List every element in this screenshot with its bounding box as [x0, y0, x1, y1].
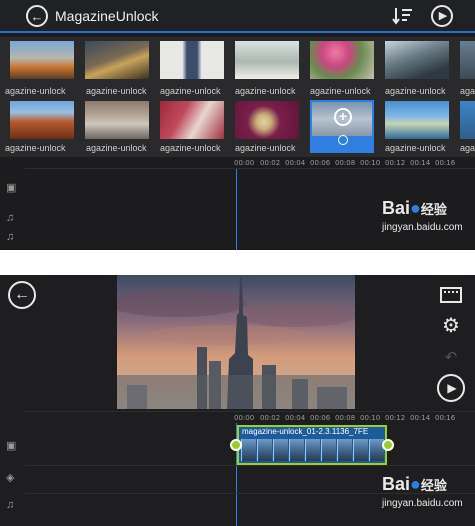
clip-frame [257, 439, 272, 461]
ruler-tick: 00:14 [410, 414, 431, 422]
gear-icon: ⚙ [442, 314, 460, 337]
ruler-tick: 00:06 [310, 159, 331, 167]
baidu-watermark: Bai●经验 jingyan.baidu.com [382, 198, 474, 238]
play-icon: ▶ [438, 9, 448, 22]
ruler-tick: 00:02 [260, 159, 281, 167]
ruler-tick: 00:08 [335, 414, 356, 422]
thumbnail-7[interactable] [460, 41, 475, 79]
back-button[interactable]: ← [26, 5, 48, 27]
thumb-label: agazine-unlock [160, 143, 221, 153]
preview-image [117, 275, 355, 409]
ruler-tick: 00:16 [435, 159, 456, 167]
film-icon [440, 287, 462, 303]
layers-track-icon: ◈ [6, 472, 15, 484]
track-row [25, 411, 475, 412]
paw-icon: ● [410, 198, 421, 218]
track-row [25, 168, 475, 169]
clip-frame [321, 439, 336, 461]
thumb-label: agazine-unlock [310, 86, 371, 96]
undo-icon: ↶ [444, 349, 458, 366]
top-toolbar: ← MagazineUnlock ▶ [0, 0, 475, 33]
music-track-icon: ♫ [6, 231, 15, 243]
thumb-label: agazine-unlock [235, 86, 296, 96]
play-button[interactable]: ▶ [437, 374, 465, 402]
ruler-tick: 00:04 [285, 414, 306, 422]
ruler-tick: 00:04 [285, 159, 306, 167]
playhead[interactable] [236, 168, 237, 250]
clip-frame [337, 439, 352, 461]
ruler-tick: 00:00 [234, 159, 255, 167]
thumb-label: agazine-unlock [5, 143, 66, 153]
thumbnail-8[interactable] [10, 101, 74, 139]
thumb-label: agazine-unlock [5, 86, 66, 96]
music-track-icon: ♫ [6, 212, 15, 224]
settings-button[interactable]: ⚙ [437, 311, 465, 339]
thumb-label: agazine-unlock [86, 86, 147, 96]
back-arrow-icon: ← [14, 286, 30, 303]
thumbnail-11[interactable] [235, 101, 299, 139]
image-track-icon: ▣ [6, 440, 17, 452]
ruler-tick: 00:06 [310, 414, 331, 422]
thumbnail-10[interactable] [160, 101, 224, 139]
ruler-tick: 00:00 [234, 414, 255, 422]
back-arrow-icon: ← [30, 8, 44, 24]
ruler-tick: 00:12 [385, 414, 406, 422]
undo-button[interactable]: ↶ [437, 343, 465, 371]
thumbnail-3[interactable] [160, 41, 224, 79]
play-button[interactable]: ▶ [431, 5, 453, 27]
clip-frame [273, 439, 288, 461]
image-track-icon: ▣ [6, 182, 17, 194]
ruler-tick: 00:02 [260, 414, 281, 422]
thumbnail-5[interactable] [310, 41, 374, 79]
sort-icon[interactable] [392, 6, 414, 26]
thumb-label: agazine-unlock [235, 143, 296, 153]
thumb-label: agazine-unlock [86, 143, 147, 153]
clip-start-handle[interactable] [230, 439, 242, 451]
clip-frame [305, 439, 320, 461]
add-icon[interactable]: + [334, 108, 352, 126]
ruler-tick: 00:12 [385, 159, 406, 167]
watermark-url: jingyan.baidu.com [382, 498, 463, 509]
ruler-tick: 00:10 [360, 159, 381, 167]
selected-thumbnail[interactable]: + [310, 100, 374, 153]
video-clip[interactable]: magazine-unlock_01-2.3.1136_7FE [237, 425, 387, 465]
clip-frame [353, 439, 368, 461]
video-preview[interactable] [117, 275, 355, 409]
watermark-logo-text: Bai [382, 198, 411, 218]
page-title: MagazineUnlock [55, 8, 159, 24]
clip-frame [289, 439, 304, 461]
baidu-watermark: Bai●经验 jingyan.baidu.com [382, 474, 474, 514]
thumbnail-13[interactable] [385, 101, 449, 139]
thumbnail-1[interactable] [10, 41, 74, 79]
thumb-label: agazine-unlock [385, 143, 446, 153]
ruler-tick: 00:10 [360, 414, 381, 422]
thumb-label: agazine-unlock [460, 86, 475, 96]
watermark-logo-text2: 经验 [420, 478, 447, 493]
ruler-tick: 00:08 [335, 159, 356, 167]
preview-play-icon[interactable] [338, 135, 348, 145]
thumbnail-4[interactable] [235, 41, 299, 79]
ruler-tick: 00:16 [435, 414, 456, 422]
watermark-url: jingyan.baidu.com [382, 222, 463, 233]
clip-end-handle[interactable] [382, 439, 394, 451]
thumb-label: agazine-unlock [460, 143, 475, 153]
thumbnail-9[interactable] [85, 101, 149, 139]
thumb-label: agazine-unlock [160, 86, 221, 96]
music-track-icon: ♫ [6, 499, 15, 511]
thumbnail-14[interactable] [460, 101, 475, 139]
watermark-logo-text2: 经验 [420, 202, 447, 217]
clip-label: magazine-unlock_01-2.3.1136_7FE [242, 427, 369, 436]
thumb-label: agazine-unlock [385, 86, 446, 96]
timeline-ruler: 00:00 00:02 00:04 00:06 00:08 00:10 00:1… [232, 414, 475, 424]
back-button[interactable]: ← [8, 281, 36, 309]
play-icon: ▶ [447, 381, 457, 395]
thumbnail-6[interactable] [385, 41, 449, 79]
clip-frame [241, 439, 256, 461]
film-button[interactable] [437, 281, 465, 309]
track-row [25, 465, 475, 466]
ruler-tick: 00:14 [410, 159, 431, 167]
thumbnail-2[interactable] [85, 41, 149, 79]
paw-icon: ● [410, 474, 421, 494]
watermark-logo-text: Bai [382, 474, 411, 494]
